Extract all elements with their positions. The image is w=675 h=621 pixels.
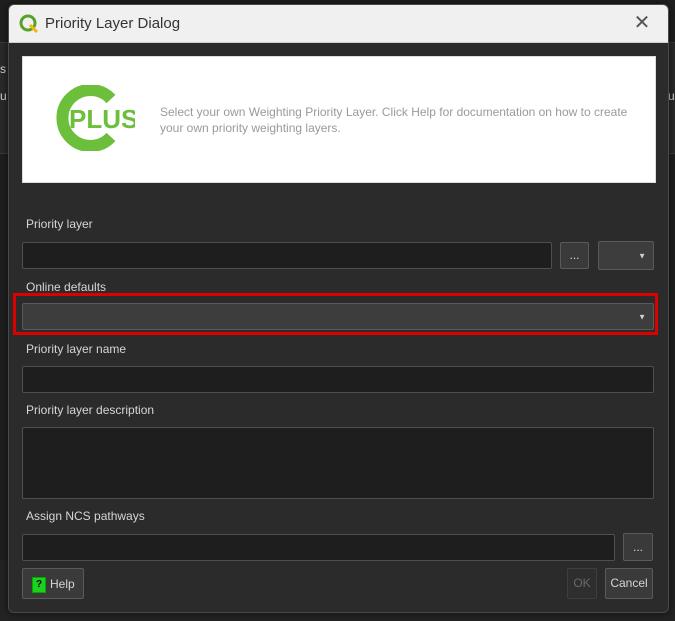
assign-ncs-pathways-browse-button[interactable]: ... bbox=[623, 533, 653, 561]
title-bar[interactable]: Priority Layer Dialog ✕ bbox=[9, 5, 668, 43]
background-text-right: up bbox=[668, 89, 675, 103]
help-button-label: Help bbox=[50, 577, 75, 591]
priority-layer-dialog: Priority Layer Dialog ✕ PLUS Select your… bbox=[8, 4, 669, 613]
close-button[interactable]: ✕ bbox=[630, 11, 654, 35]
priority-layer-description-textarea[interactable] bbox=[22, 427, 654, 499]
priority-layer-description-label: Priority layer description bbox=[26, 403, 155, 417]
priority-layer-input[interactable] bbox=[22, 242, 552, 269]
background-text-left-1: s bbox=[0, 62, 6, 76]
cplus-logo: PLUS bbox=[56, 85, 135, 151]
priority-layer-browse-button[interactable]: ... bbox=[560, 242, 589, 269]
help-icon: ? bbox=[32, 577, 46, 593]
qgis-icon bbox=[19, 14, 39, 34]
banner-description: Select your own Weighting Priority Layer… bbox=[160, 105, 628, 135]
cancel-button[interactable]: Cancel bbox=[605, 568, 653, 599]
close-icon: ✕ bbox=[633, 12, 651, 34]
background-text-left-2: u bbox=[0, 89, 7, 103]
help-button[interactable]: ? Help bbox=[22, 568, 84, 599]
priority-layer-source-dropdown[interactable]: ▼ bbox=[598, 241, 654, 270]
ok-button[interactable]: OK bbox=[567, 568, 597, 599]
priority-layer-name-input[interactable] bbox=[22, 366, 654, 393]
online-defaults-label: Online defaults bbox=[26, 280, 107, 294]
highlight-box bbox=[13, 293, 658, 335]
assign-ncs-pathways-label: Assign NCS pathways bbox=[26, 509, 145, 523]
chevron-down-icon: ▼ bbox=[638, 251, 646, 260]
assign-ncs-pathways-input[interactable] bbox=[22, 534, 615, 561]
priority-layer-label: Priority layer bbox=[26, 217, 93, 231]
header-banner: PLUS Select your own Weighting Priority … bbox=[22, 56, 656, 183]
window-title: Priority Layer Dialog bbox=[45, 15, 181, 32]
logo-text: PLUS bbox=[69, 104, 135, 134]
priority-layer-name-label: Priority layer name bbox=[26, 342, 127, 356]
